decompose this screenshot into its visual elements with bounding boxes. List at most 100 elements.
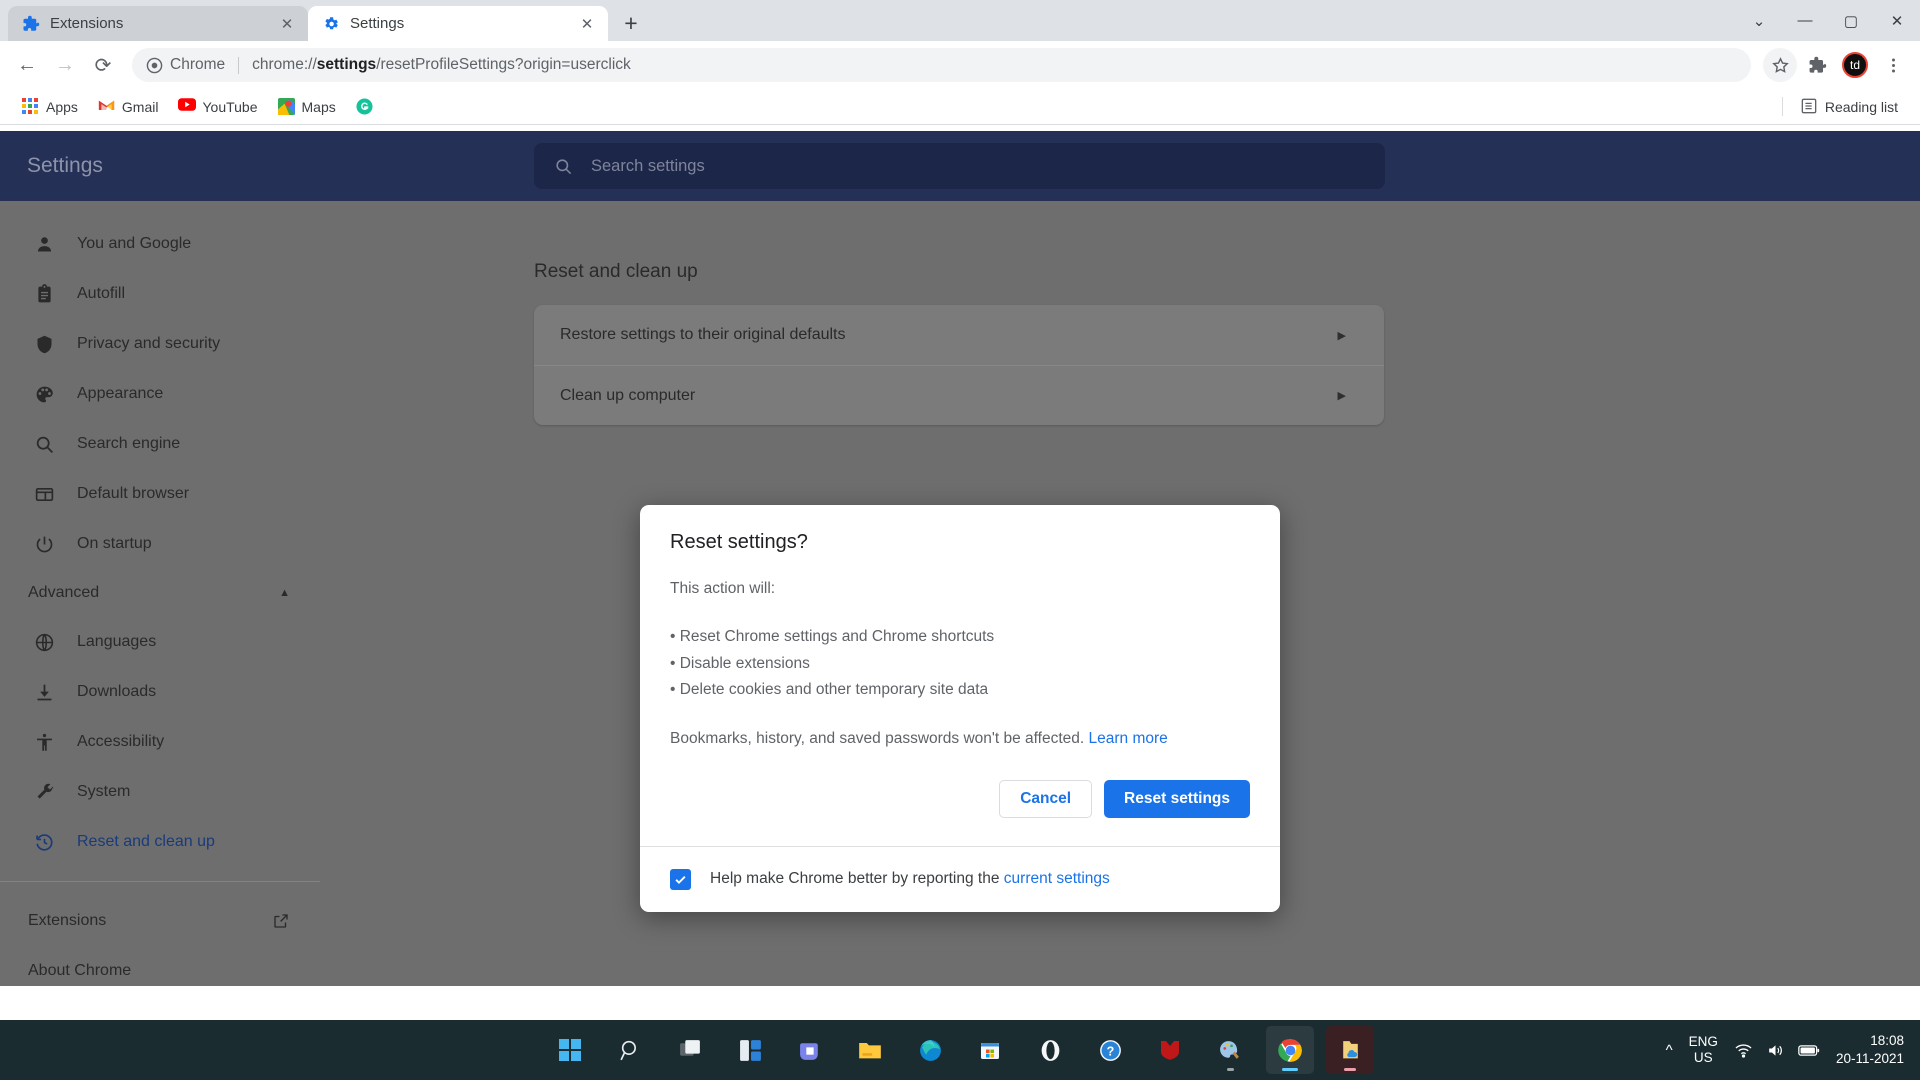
- folder-onedrive-icon[interactable]: [1326, 1026, 1374, 1074]
- sidebar-item-label: Reset and clean up: [77, 833, 215, 850]
- file-explorer-icon[interactable]: [846, 1026, 894, 1074]
- current-settings-link[interactable]: current settings: [1004, 870, 1110, 887]
- maps-icon: [277, 98, 295, 115]
- sidebar-item-search-engine[interactable]: Search engine: [0, 419, 320, 469]
- sidebar-item-label: Appearance: [77, 385, 164, 402]
- widgets-icon[interactable]: [726, 1026, 774, 1074]
- reset-settings-button[interactable]: Reset settings: [1104, 779, 1250, 818]
- toolbar-actions: td: [1763, 48, 1910, 82]
- settings-page: Settings Search settings You and Google …: [0, 131, 1920, 986]
- address-bar[interactable]: Chrome chrome://settings/resetProfileSet…: [132, 48, 1751, 82]
- tab-strip: Extensions ✕ Settings ✕ + ⌄ — ▢ ✕: [0, 0, 1920, 41]
- volume-icon[interactable]: [1766, 1041, 1785, 1060]
- chevron-right-icon: ▶: [1337, 329, 1346, 342]
- search-icon: [554, 157, 573, 176]
- bookmark-maps[interactable]: Maps: [270, 93, 344, 120]
- sidebar-item-label: You and Google: [77, 235, 192, 252]
- cancel-button[interactable]: Cancel: [999, 779, 1093, 818]
- row-restore-defaults[interactable]: Restore settings to their original defau…: [534, 305, 1384, 365]
- dialog-bullet-list: • Reset Chrome settings and Chrome short…: [670, 624, 1250, 704]
- opera-icon[interactable]: [1026, 1026, 1074, 1074]
- app-running-indicator: [1344, 1068, 1356, 1071]
- sidebar-item-accessibility[interactable]: Accessibility: [0, 717, 320, 767]
- close-window-button[interactable]: ✕: [1874, 0, 1920, 41]
- windows-taskbar: ? ^ ENG US 18:08 20-11-2021: [0, 1020, 1920, 1080]
- clipboard-icon: [33, 283, 55, 305]
- checkbox-text: Help make Chrome better by reporting the: [710, 870, 1000, 888]
- tray-icons: [1734, 1041, 1820, 1060]
- tab-extensions[interactable]: Extensions ✕: [8, 6, 308, 41]
- sidebar-item-about-chrome[interactable]: About Chrome: [0, 946, 320, 986]
- row-clean-up-computer[interactable]: Clean up computer ▶: [534, 365, 1384, 425]
- report-settings-checkbox[interactable]: [670, 868, 691, 890]
- start-icon[interactable]: [546, 1026, 594, 1074]
- search-icon[interactable]: [606, 1026, 654, 1074]
- bookmark-grammarly[interactable]: [348, 93, 388, 120]
- new-tab-button[interactable]: +: [614, 6, 648, 40]
- sidebar-item-languages[interactable]: Languages: [0, 617, 320, 667]
- search-input[interactable]: Search settings: [534, 143, 1385, 189]
- tab-title: Settings: [350, 15, 405, 32]
- tab-settings[interactable]: Settings ✕: [308, 6, 608, 41]
- paint-icon[interactable]: [1206, 1026, 1254, 1074]
- reading-list-button[interactable]: Reading list: [1793, 93, 1906, 120]
- sidebar-item-extensions[interactable]: Extensions: [0, 896, 320, 946]
- reload-button[interactable]: ⟳: [86, 48, 120, 82]
- teams-icon[interactable]: [786, 1026, 834, 1074]
- forward-button[interactable]: →: [48, 48, 82, 82]
- wifi-icon[interactable]: [1734, 1041, 1753, 1060]
- divider: [1781, 97, 1783, 116]
- lang-line2: US: [1693, 1050, 1713, 1065]
- sidebar-item-privacy-and-security[interactable]: Privacy and security: [0, 319, 320, 369]
- sidebar-item-label: Autofill: [77, 285, 126, 302]
- sidebar-item-autofill[interactable]: Autofill: [0, 269, 320, 319]
- clock-time: 18:08: [1870, 1033, 1904, 1049]
- back-button[interactable]: ←: [10, 48, 44, 82]
- bookmark-apps[interactable]: Apps: [14, 93, 86, 120]
- bookmarks-bar: Apps Gmail YouTube Maps Reading list: [0, 89, 1920, 125]
- star-icon[interactable]: [1763, 48, 1797, 82]
- clock[interactable]: 18:08 20-11-2021: [1836, 1032, 1904, 1067]
- three-dot-menu-icon[interactable]: [1876, 48, 1910, 82]
- avatar[interactable]: td: [1842, 52, 1868, 78]
- dialog-title: Reset settings?: [670, 531, 808, 553]
- bookmark-label: Apps: [46, 98, 78, 115]
- sidebar-item-default-browser[interactable]: Default browser: [0, 469, 320, 519]
- chrome-logo-icon: [146, 57, 163, 74]
- sidebar-item-label: System: [77, 783, 131, 800]
- close-icon[interactable]: ✕: [576, 13, 598, 35]
- sidebar-item-appearance[interactable]: Appearance: [0, 369, 320, 419]
- microsoft-store-icon[interactable]: [966, 1026, 1014, 1074]
- task-view-icon[interactable]: [666, 1026, 714, 1074]
- chrome-icon[interactable]: [1266, 1026, 1314, 1074]
- bookmark-youtube[interactable]: YouTube: [170, 93, 265, 120]
- sidebar-item-you-and-google[interactable]: You and Google: [0, 219, 320, 269]
- list-item: • Delete cookies and other temporary sit…: [670, 681, 989, 699]
- maximize-button[interactable]: ▢: [1828, 0, 1874, 41]
- bookmark-gmail[interactable]: Gmail: [90, 93, 167, 120]
- gmail-icon: [98, 98, 115, 115]
- tray-chevron-up-icon[interactable]: ^: [1666, 1042, 1673, 1059]
- gear-icon: [322, 15, 340, 33]
- sidebar-item-system[interactable]: System: [0, 767, 320, 817]
- reset-settings-dialog: Reset settings? This action will: • Rese…: [640, 505, 1280, 912]
- sidebar-item-label: Languages: [77, 633, 157, 650]
- sidebar-item-reset-and-clean-up[interactable]: Reset and clean up: [0, 817, 320, 867]
- power-icon: [33, 533, 55, 555]
- extensions-icon[interactable]: [1800, 48, 1834, 82]
- learn-more-link[interactable]: Learn more: [1089, 730, 1168, 747]
- close-icon[interactable]: ✕: [276, 13, 298, 35]
- help-icon[interactable]: ?: [1086, 1026, 1134, 1074]
- tab-search-icon[interactable]: ⌄: [1736, 0, 1782, 41]
- language-indicator[interactable]: ENG US: [1689, 1034, 1718, 1067]
- sidebar-item-downloads[interactable]: Downloads: [0, 667, 320, 717]
- sidebar-group-advanced[interactable]: Advanced ▲: [0, 569, 320, 617]
- list-item: • Disable extensions: [670, 654, 810, 672]
- battery-icon[interactable]: [1798, 1041, 1820, 1060]
- sidebar-item-on-startup[interactable]: On startup: [0, 519, 320, 569]
- mcafee-icon[interactable]: [1146, 1026, 1194, 1074]
- globe-icon: [33, 631, 55, 653]
- row-label: Restore settings to their original defau…: [560, 326, 846, 343]
- edge-icon[interactable]: [906, 1026, 954, 1074]
- minimize-button[interactable]: —: [1782, 0, 1828, 41]
